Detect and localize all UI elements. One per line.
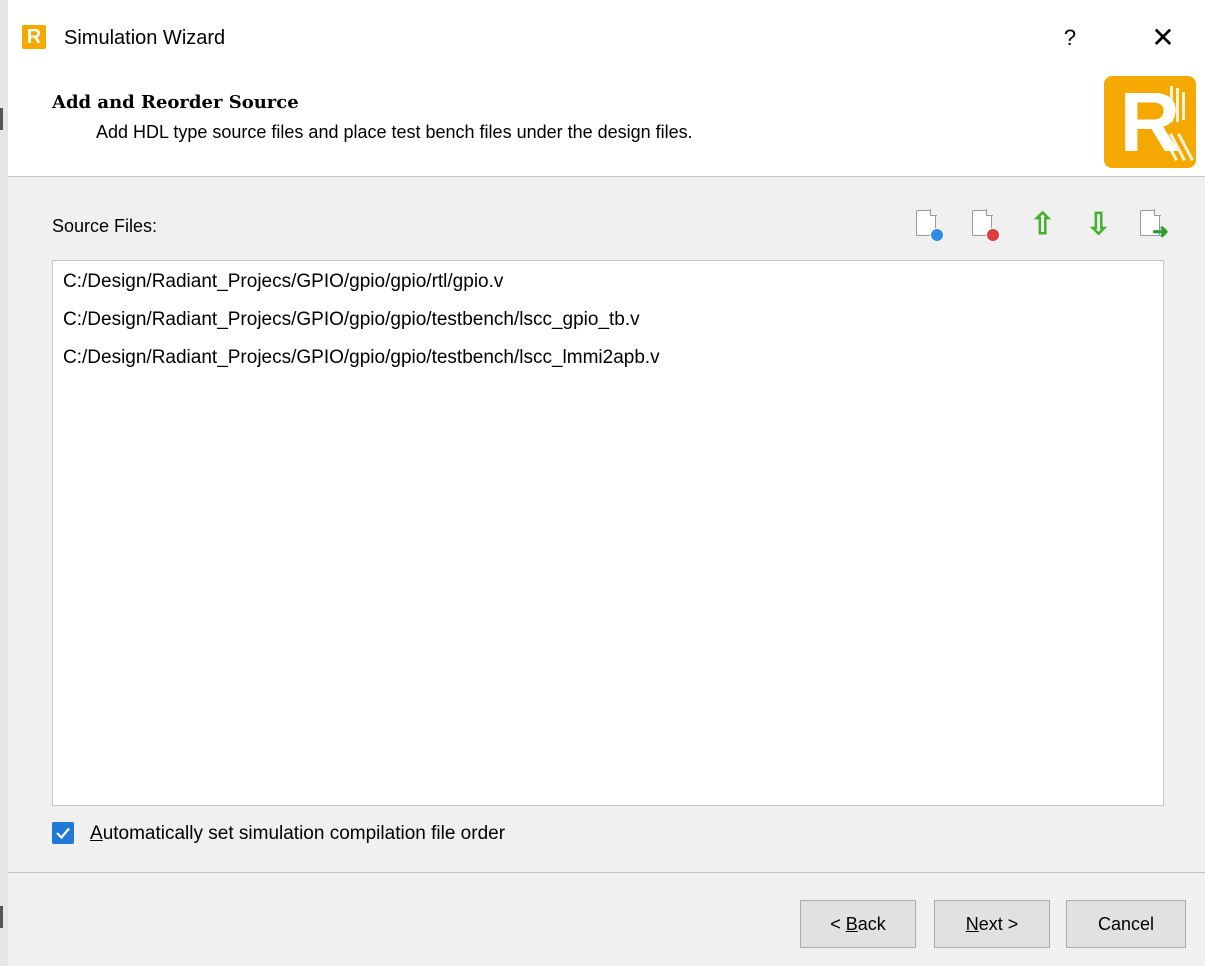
- page-subtitle: Add HDL type source files and place test…: [96, 122, 693, 142]
- title-bar: R Simulation Wizard ? ✕: [8, 0, 1205, 68]
- cancel-button[interactable]: Cancel: [1066, 900, 1186, 948]
- close-button[interactable]: ✕: [1138, 18, 1188, 58]
- list-item[interactable]: C:/Design/Radiant_Projecs/GPIO/gpio/gpio…: [63, 345, 660, 371]
- source-files-label: Source Files:: [52, 216, 158, 236]
- label-text: utomatically set simulation compilation …: [102, 823, 506, 844]
- move-down-icon: ⇩: [1086, 208, 1112, 241]
- edge-mark: [0, 906, 3, 928]
- move-down-button[interactable]: ⇩: [1076, 206, 1116, 246]
- back-mnemonic: B: [845, 914, 858, 934]
- background-window-edge: [0, 0, 8, 966]
- back-rest: ack: [857, 914, 886, 934]
- list-item[interactable]: C:/Design/Radiant_Projecs/GPIO/gpio/gpio…: [63, 307, 640, 333]
- move-up-button[interactable]: ⇧: [1020, 206, 1060, 246]
- source-file-list[interactable]: C:/Design/Radiant_Projecs/GPIO/gpio/gpio…: [52, 260, 1164, 806]
- help-button[interactable]: ?: [1048, 18, 1092, 58]
- simulation-wizard-dialog: R Simulation Wizard ? ✕ Add and Reorder …: [8, 0, 1205, 966]
- list-item[interactable]: C:/Design/Radiant_Projecs/GPIO/gpio/gpio…: [63, 269, 503, 295]
- back-button[interactable]: < Back: [800, 900, 916, 948]
- auto-order-checkbox[interactable]: [52, 822, 74, 844]
- next-rest: ext >: [978, 914, 1019, 934]
- source-toolbar: ⇧ ⇩ ➜: [908, 206, 1178, 246]
- remove-file-button[interactable]: [964, 206, 1004, 246]
- move-up-icon: ⇧: [1030, 208, 1056, 241]
- edge-mark: [0, 108, 3, 130]
- radiant-app-icon: R: [22, 25, 46, 49]
- footer-divider: [8, 872, 1205, 873]
- back-prefix: <: [830, 914, 846, 934]
- next-button[interactable]: Next >: [934, 900, 1050, 948]
- auto-order-label[interactable]: Automatically set simulation compilation…: [90, 822, 505, 846]
- window-title: Simulation Wizard: [64, 27, 226, 49]
- next-mnemonic: N: [965, 914, 979, 934]
- radiant-logo: R: [1104, 76, 1196, 168]
- checkmark-icon: [56, 827, 70, 840]
- wizard-header: Add and Reorder Source Add HDL type sour…: [8, 68, 1205, 177]
- mnemonic-a: A: [90, 823, 103, 844]
- page-title: Add and Reorder Source: [52, 92, 299, 113]
- add-file-button[interactable]: [908, 206, 948, 246]
- export-file-button[interactable]: ➜: [1132, 206, 1172, 246]
